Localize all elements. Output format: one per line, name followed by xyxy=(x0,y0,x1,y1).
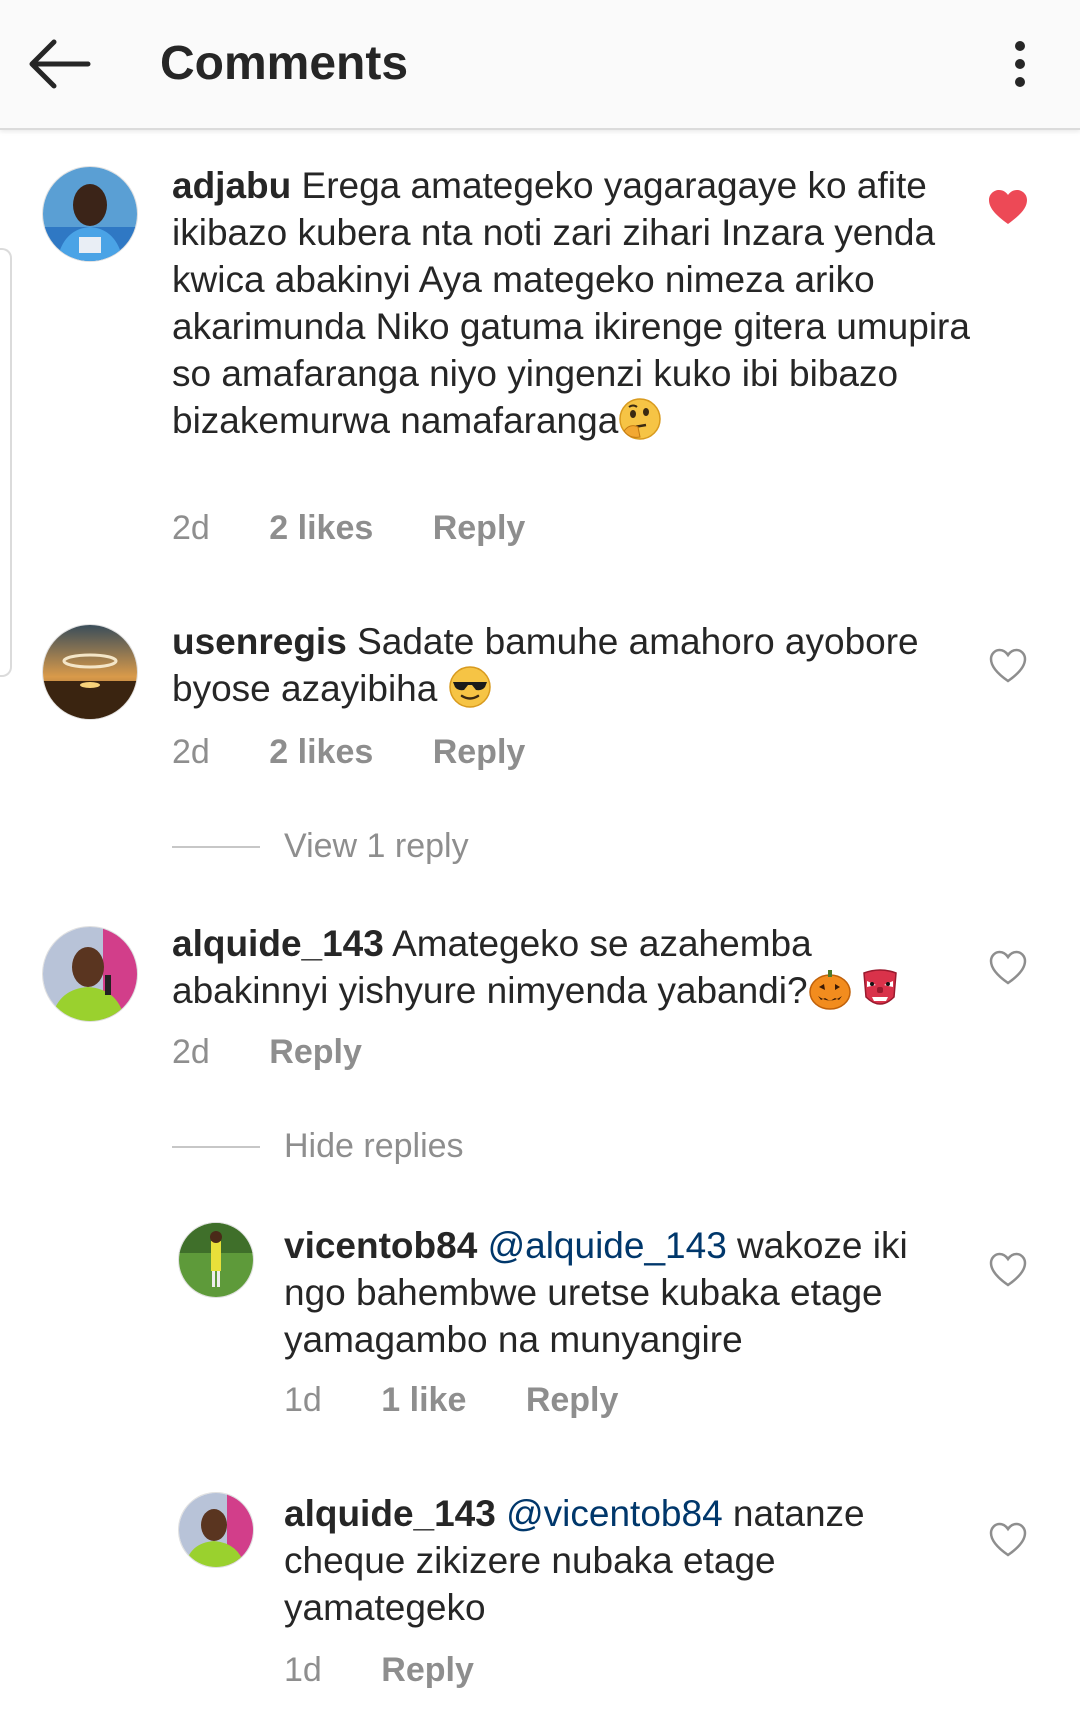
reply-button[interactable]: Reply xyxy=(269,1033,362,1071)
like-button[interactable] xyxy=(988,1522,1028,1558)
scroll-indicator xyxy=(0,248,12,677)
comment-meta: 2d 2 likes Reply xyxy=(172,508,575,548)
reply-time: 1d xyxy=(284,1381,322,1419)
avatar[interactable] xyxy=(178,1222,254,1298)
heart-outline-icon xyxy=(989,950,1027,985)
thinking-face-icon xyxy=(619,398,662,440)
heart-outline-icon xyxy=(989,1522,1027,1557)
comment-username[interactable]: alquide_143 xyxy=(172,923,384,964)
likes-count[interactable]: 2 likes xyxy=(269,509,373,547)
reply-username[interactable]: vicentob84 xyxy=(284,1225,477,1266)
jack-o-lantern-icon xyxy=(808,970,851,1010)
comment-username[interactable]: adjabu xyxy=(172,165,291,206)
heart-outline-icon xyxy=(989,1252,1027,1287)
top-bar: Comments xyxy=(0,0,1080,130)
reply-mention[interactable]: @alquide_143 xyxy=(488,1225,727,1266)
like-button[interactable] xyxy=(988,190,1028,226)
comment-time: 2d xyxy=(172,733,210,771)
comment-username[interactable]: usenregis xyxy=(172,621,347,662)
comment-text: Erega amategeko yagaragaye ko afite ikib… xyxy=(172,165,970,441)
like-button[interactable] xyxy=(988,1252,1028,1288)
avatar[interactable] xyxy=(42,166,138,262)
comment-time: 2d xyxy=(172,509,210,547)
like-button[interactable] xyxy=(988,950,1028,986)
goblin-mask-icon xyxy=(862,969,897,1005)
thread-line xyxy=(172,846,260,848)
hide-replies-toggle[interactable]: Hide replies xyxy=(172,1126,512,1166)
reply-button[interactable]: Reply xyxy=(433,509,526,547)
reply-body: alquide_143 @vicentob84 natanze cheque z… xyxy=(284,1490,964,1631)
comment-body: adjabu Erega amategeko yagaragaye ko afi… xyxy=(172,162,972,444)
comment-time: 2d xyxy=(172,1033,210,1071)
reply-button[interactable]: Reply xyxy=(526,1381,619,1419)
page-title: Comments xyxy=(160,37,409,90)
likes-count[interactable]: 1 like xyxy=(381,1381,466,1419)
avatar[interactable] xyxy=(178,1492,254,1568)
reply-button[interactable]: Reply xyxy=(433,733,526,771)
heart-filled-icon xyxy=(989,190,1027,224)
reply-mention[interactable]: @vicentob84 xyxy=(506,1493,723,1534)
view-replies-toggle[interactable]: View 1 reply xyxy=(172,826,512,866)
comment-meta: 2d 2 likes Reply xyxy=(172,732,575,772)
reply-username[interactable]: alquide_143 xyxy=(284,1493,496,1534)
comment-body: usenregis Sadate bamuhe amahoro ayobore … xyxy=(172,618,972,712)
likes-count[interactable]: 2 likes xyxy=(269,733,373,771)
reply-body: vicentob84 @alquide_143 wakoze iki ngo b… xyxy=(284,1222,964,1363)
avatar[interactable] xyxy=(42,926,138,1022)
more-vertical-icon xyxy=(1015,41,1025,87)
reply-button[interactable]: Reply xyxy=(381,1651,474,1689)
sunglasses-face-icon xyxy=(448,666,491,708)
comment-meta: 2d Reply xyxy=(172,1032,412,1072)
reply-time: 1d xyxy=(284,1651,322,1689)
reply-meta: 1d 1 like Reply xyxy=(284,1380,668,1420)
heart-outline-icon xyxy=(989,648,1027,683)
more-options-button[interactable] xyxy=(990,34,1050,94)
avatar[interactable] xyxy=(42,624,138,720)
hide-replies-label: Hide replies xyxy=(284,1127,464,1165)
back-button[interactable] xyxy=(22,30,102,98)
comment-body: alquide_143 Amategeko se azahemba abakin… xyxy=(172,920,972,1014)
thread-line xyxy=(172,1146,260,1148)
view-replies-label: View 1 reply xyxy=(284,827,469,865)
reply-meta: 1d Reply xyxy=(284,1650,524,1690)
like-button[interactable] xyxy=(988,648,1028,684)
arrow-left-icon xyxy=(29,39,91,89)
